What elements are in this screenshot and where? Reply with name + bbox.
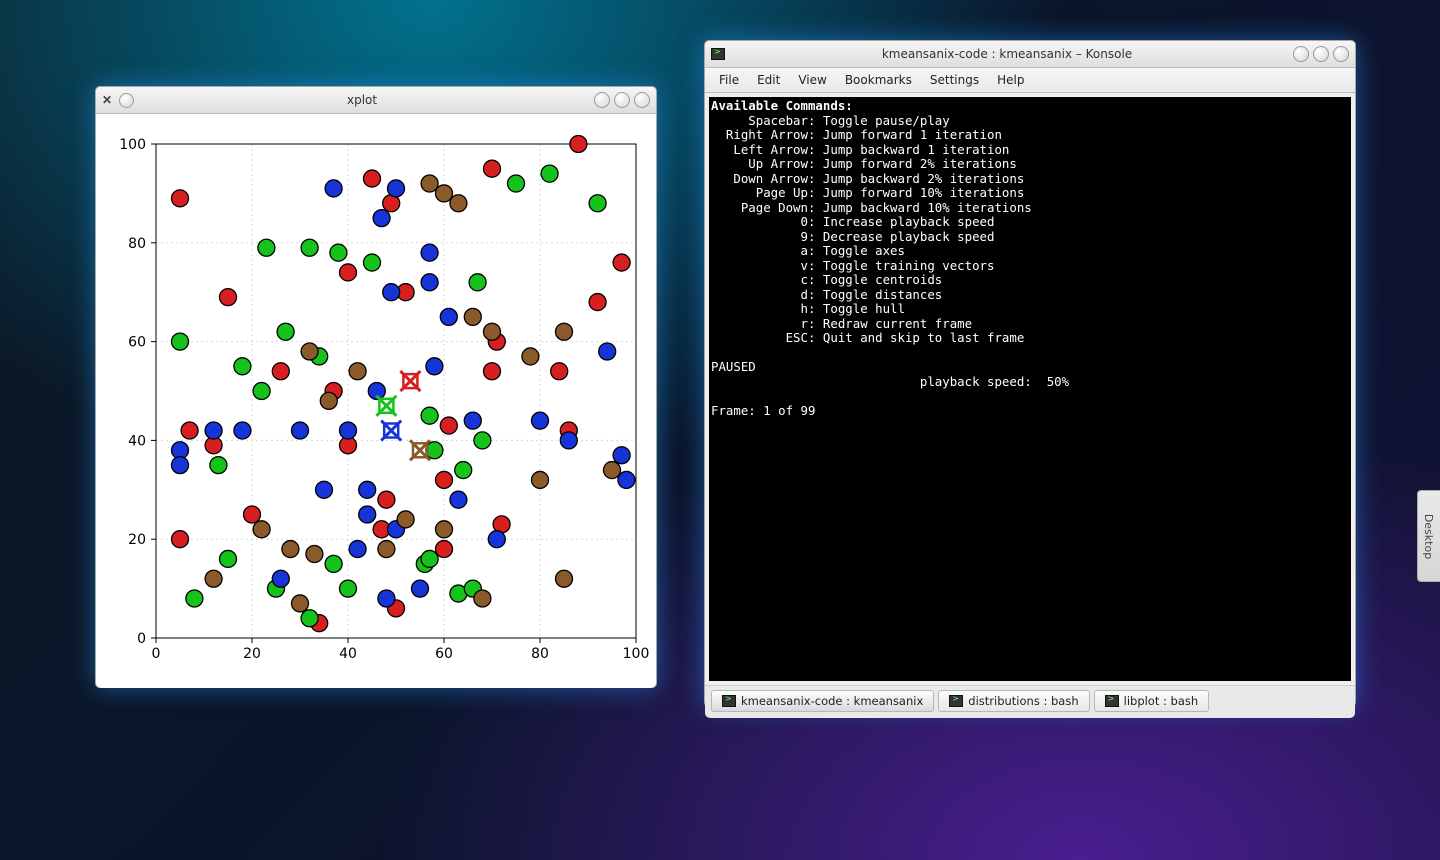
konsole-titlebar[interactable]: kmeansanix-code : kmeansanix – Konsole — [705, 41, 1355, 68]
terminal-icon — [949, 695, 963, 707]
centroid-blue — [381, 421, 401, 441]
menu-edit[interactable]: Edit — [749, 70, 788, 90]
centroid-green — [376, 396, 396, 416]
tab-label: libplot : bash — [1124, 694, 1199, 708]
desktop-switcher[interactable]: Desktop — [1417, 490, 1440, 582]
menubar: FileEditViewBookmarksSettingsHelp — [705, 68, 1355, 93]
menu-file[interactable]: File — [711, 70, 747, 90]
svg-text:40: 40 — [128, 433, 146, 449]
tab-bar: kmeansanix-code : kmeansanix distribution… — [705, 685, 1355, 718]
svg-text:100: 100 — [623, 646, 650, 662]
terminal-icon — [711, 48, 725, 60]
close-button[interactable] — [634, 92, 650, 108]
maximize-button[interactable] — [614, 92, 630, 108]
svg-text:20: 20 — [243, 646, 261, 662]
xplot-title: xplot — [134, 93, 590, 107]
minimize-button[interactable] — [594, 92, 610, 108]
svg-text:0: 0 — [152, 646, 161, 662]
terminal-icon — [722, 695, 736, 707]
terminal-icon — [1105, 695, 1119, 707]
konsole-title: kmeansanix-code : kmeansanix – Konsole — [725, 47, 1289, 61]
xplot-window: ✕ xplot 0 20 40 60 80 100 0 20 40 60 80 100 — [95, 86, 657, 688]
desktop-label: Desktop — [1423, 513, 1436, 558]
svg-text:40: 40 — [339, 646, 357, 662]
svg-text:60: 60 — [128, 335, 146, 351]
terminal-output[interactable]: Available Commands: Spacebar: Toggle pau… — [709, 97, 1351, 681]
maximize-button[interactable] — [1313, 46, 1329, 62]
menu-bookmarks[interactable]: Bookmarks — [837, 70, 920, 90]
svg-text:100: 100 — [119, 137, 146, 153]
xplot-titlebar[interactable]: ✕ xplot — [96, 87, 656, 114]
window-pin-icon[interactable] — [119, 93, 134, 108]
tab-label: distributions : bash — [968, 694, 1078, 708]
svg-text:20: 20 — [128, 532, 146, 548]
konsole-window: kmeansanix-code : kmeansanix – Konsole F… — [704, 40, 1356, 707]
menu-help[interactable]: Help — [989, 70, 1032, 90]
tab-label: kmeansanix-code : kmeansanix — [741, 694, 923, 708]
centroid-brown — [410, 440, 430, 460]
centroid-red — [400, 371, 420, 391]
svg-text:80: 80 — [531, 646, 549, 662]
svg-text:0: 0 — [137, 631, 146, 647]
svg-text:60: 60 — [435, 646, 453, 662]
svg-text:80: 80 — [128, 236, 146, 252]
plot-area: 0 20 40 60 80 100 0 20 40 60 80 100 — [96, 114, 656, 688]
tab[interactable]: distributions : bash — [938, 690, 1089, 712]
app-icon: ✕ — [102, 93, 112, 108]
tab[interactable]: libplot : bash — [1094, 690, 1210, 712]
close-button[interactable] — [1333, 46, 1349, 62]
menu-settings[interactable]: Settings — [922, 70, 987, 90]
menu-view[interactable]: View — [790, 70, 834, 90]
tab[interactable]: kmeansanix-code : kmeansanix — [711, 690, 934, 712]
minimize-button[interactable] — [1293, 46, 1309, 62]
scatter-plot: 0 20 40 60 80 100 0 20 40 60 80 100 — [96, 114, 656, 688]
